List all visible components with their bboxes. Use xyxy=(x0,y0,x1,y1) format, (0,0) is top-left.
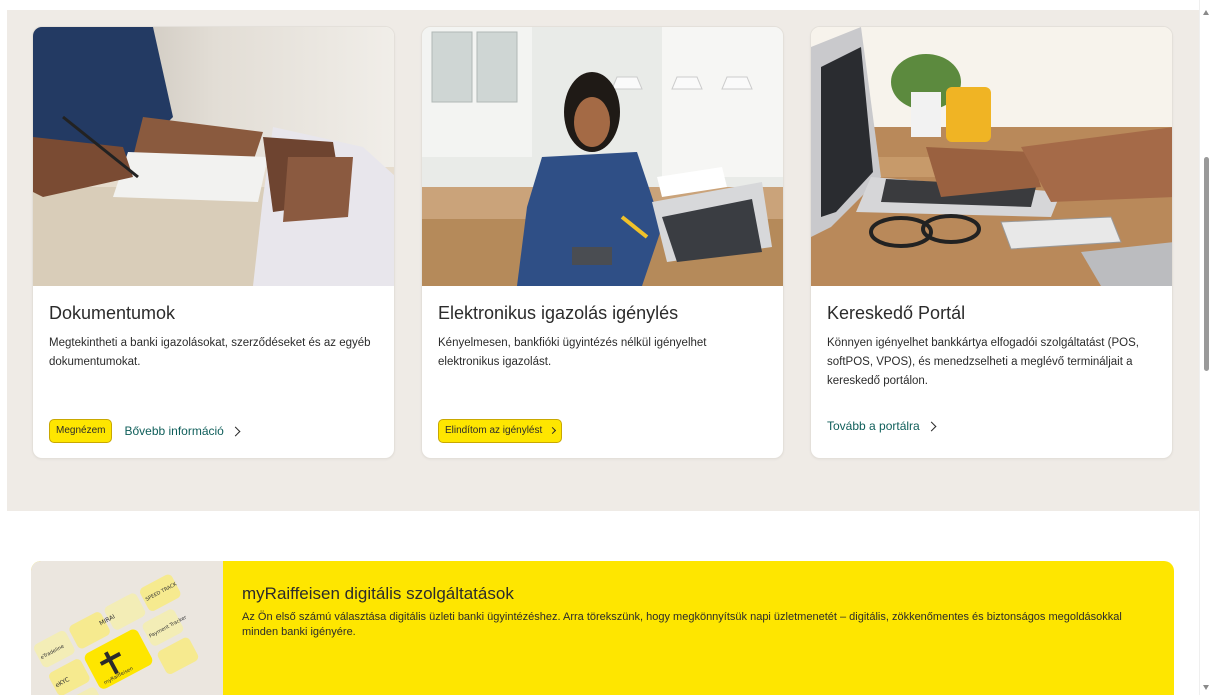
chevron-right-icon xyxy=(230,426,241,437)
myraiffeisen-promo-banner: MIRAI SPEED TRACK eKYC myRaiffeisen Paym… xyxy=(31,561,1174,695)
page: Dokumentumok Megtekintheti a banki igazo… xyxy=(0,0,1199,695)
chevron-right-icon xyxy=(926,421,937,432)
card-actions: Megnézem Bővebb információ xyxy=(49,419,241,443)
chevron-right-icon xyxy=(549,426,557,435)
card-description: Kényelmesen, bankfióki ügyintézés nélkül… xyxy=(438,337,707,368)
scroll-up-arrow-icon[interactable] xyxy=(1203,10,1209,15)
more-info-link[interactable]: Bővebb információ xyxy=(124,424,241,438)
card-merchant-portal: Kereskedő Portál Könnyen igényelhet bank… xyxy=(810,26,1173,459)
myraiffeisen-keyboard-illustration: MIRAI SPEED TRACK eKYC myRaiffeisen Paym… xyxy=(31,561,223,695)
promo-title: myRaiffeisen digitális szolgáltatások xyxy=(242,584,514,603)
card-actions: Tovább a portálra xyxy=(827,419,937,433)
typing-on-laptop-photo xyxy=(811,27,1172,286)
view-documents-button[interactable]: Megnézem xyxy=(49,419,113,443)
scroll-down-arrow-icon[interactable] xyxy=(1203,685,1209,690)
link-label: Bővebb információ xyxy=(124,424,224,438)
card-electronic-certificate: Elektronikus igazolás igénylés Kényelmes… xyxy=(421,26,784,459)
vertical-scrollbar[interactable] xyxy=(1199,0,1212,695)
card-title: Kereskedő Portál xyxy=(827,303,966,323)
contract-signing-photo xyxy=(33,27,394,286)
go-to-portal-link[interactable]: Tovább a portálra xyxy=(827,419,937,433)
woman-working-laptop-photo xyxy=(422,27,783,286)
promo-text: Az Ön első számú választása digitális üz… xyxy=(242,611,1122,638)
scrollbar-thumb[interactable] xyxy=(1204,157,1209,371)
card-title: Elektronikus igazolás igénylés xyxy=(438,303,679,323)
card-title: Dokumentumok xyxy=(49,303,176,323)
link-label: Tovább a portálra xyxy=(827,419,920,433)
card-description: Megtekintheti a banki igazolásokat, szer… xyxy=(49,337,371,368)
card-documents: Dokumentumok Megtekintheti a banki igazo… xyxy=(32,26,395,459)
card-actions: Elindítom az igénylést xyxy=(438,419,563,443)
button-label: Elindítom az igénylést xyxy=(445,425,543,436)
card-description: Könnyen igényelhet bankkártya elfogadói … xyxy=(827,337,1139,387)
start-request-button[interactable]: Elindítom az igénylést xyxy=(438,419,563,443)
